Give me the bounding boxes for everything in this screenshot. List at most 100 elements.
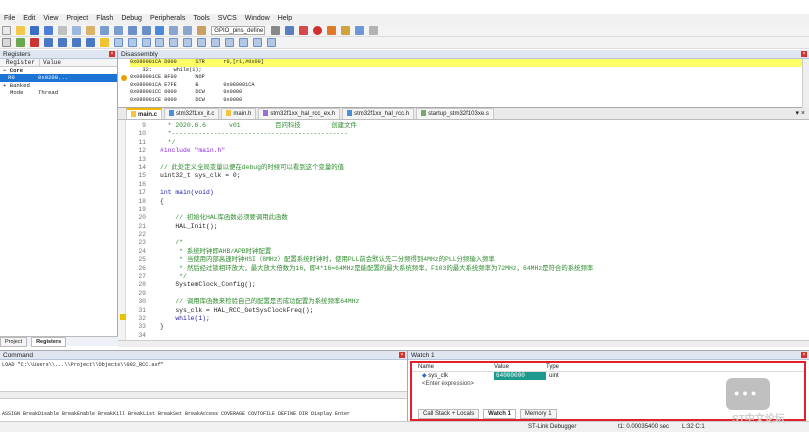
menu-item-window[interactable]: Window bbox=[241, 14, 274, 23]
editor-gutter[interactable] bbox=[118, 120, 126, 340]
menu-item-edit[interactable]: Edit bbox=[19, 14, 39, 23]
editor-tab[interactable]: main.c bbox=[126, 108, 163, 119]
code-line[interactable]: 11 */ bbox=[126, 139, 593, 147]
menu-item-tools[interactable]: Tools bbox=[189, 14, 213, 23]
target-select[interactable]: GPIO_pins_define bbox=[211, 26, 266, 35]
memory-window-icon[interactable] bbox=[197, 38, 207, 47]
redo-icon[interactable] bbox=[113, 26, 123, 35]
indent-icon[interactable] bbox=[169, 26, 179, 35]
show-next-statement-icon[interactable] bbox=[99, 38, 109, 47]
code-line[interactable]: 17 int main(void) bbox=[126, 189, 593, 197]
step-over-icon[interactable] bbox=[57, 38, 67, 47]
code-line[interactable]: 10 *------------------------------------… bbox=[126, 130, 593, 138]
menu-item-debug[interactable]: Debug bbox=[117, 14, 146, 23]
disassembly-line[interactable]: 0x080001CE BF00 NOP bbox=[130, 74, 809, 82]
code-line[interactable]: 29 bbox=[126, 290, 593, 298]
undo-icon[interactable] bbox=[99, 26, 109, 35]
registers-window-icon[interactable] bbox=[155, 38, 165, 47]
bookmark-icon[interactable] bbox=[155, 26, 165, 35]
disassembly-listing[interactable]: 0x080001CA D000 STR r0,[r1,#0x00] 32: wh… bbox=[118, 59, 809, 105]
code-line[interactable]: 23 /* bbox=[126, 239, 593, 247]
editor-tab[interactable]: stm32f1xx_hal_rcc.h bbox=[342, 108, 415, 119]
code-line[interactable]: 24 * 系统时钟即AHB/APB时钟配置 bbox=[126, 248, 593, 256]
run-to-cursor-icon[interactable] bbox=[85, 38, 95, 47]
debug-icon[interactable] bbox=[299, 26, 309, 35]
code-line[interactable]: 26 * 然后经过锁相环放大，最大放大倍数为16，即4*16=64MHz是能配置… bbox=[126, 265, 593, 273]
editor-tab[interactable]: stm32f1xx_it.c bbox=[164, 108, 220, 119]
code-line[interactable]: 30 // 调用库函数来检验自己的配置是否成功配置为系统频率64MHz bbox=[126, 298, 593, 306]
config-icon[interactable] bbox=[341, 26, 351, 35]
type-column-header[interactable]: Type bbox=[546, 363, 586, 371]
search-icon[interactable] bbox=[285, 26, 295, 35]
code-line[interactable]: 32 while(1); bbox=[126, 315, 593, 323]
tab-registers[interactable]: Registers bbox=[31, 337, 67, 347]
code-line[interactable]: 31 sys_clk = HAL_RCC_GetSysClockFreq(); bbox=[126, 307, 593, 315]
menu-item-help[interactable]: Help bbox=[274, 14, 296, 23]
step-into-icon[interactable] bbox=[43, 38, 53, 47]
paste-icon[interactable] bbox=[85, 26, 95, 35]
disassembly-line[interactable]: 0x080001CA E7FE B 0x080001CA bbox=[130, 82, 809, 90]
code-line[interactable]: 21 HAL_Init(); bbox=[126, 223, 593, 231]
internal-row[interactable]: Mode Thread bbox=[0, 89, 117, 96]
copy-icon[interactable] bbox=[71, 26, 81, 35]
disassembly-line[interactable]: 0x080001CE 0000 DCW 0x0000 bbox=[130, 97, 809, 105]
command-input[interactable] bbox=[0, 398, 407, 408]
close-icon[interactable]: × bbox=[801, 51, 807, 57]
code-line[interactable]: 28 SystemClock_Config(); bbox=[126, 281, 593, 289]
code-line[interactable]: 34 bbox=[126, 332, 593, 340]
disassembly-line[interactable]: 32: while(1); bbox=[130, 67, 809, 75]
code-line[interactable]: 12 #include "main.h" bbox=[126, 147, 593, 155]
value-column-header[interactable]: Value bbox=[40, 59, 61, 66]
close-icon[interactable]: × bbox=[801, 352, 807, 358]
nav-forward-icon[interactable] bbox=[141, 26, 151, 35]
code-editor[interactable]: 9 * 2020.6.6 v01 百问科技 创建文件 10 *----------… bbox=[118, 120, 809, 340]
code-line[interactable]: 22 bbox=[126, 231, 593, 239]
disassembly-line[interactable]: 0x080001CC 0000 DCW 0x0000 bbox=[130, 89, 809, 97]
code-line[interactable]: 15 uint32_t sys_clk = 0; bbox=[126, 172, 593, 180]
close-all-icon[interactable]: ▾ × bbox=[795, 109, 805, 117]
code-line[interactable]: 33} bbox=[126, 323, 593, 331]
breakpoint-icon[interactable] bbox=[313, 26, 323, 35]
find-in-files-icon[interactable] bbox=[197, 26, 207, 35]
cut-icon[interactable] bbox=[57, 26, 67, 35]
code-line[interactable]: 18 { bbox=[126, 198, 593, 206]
disassembly-line[interactable]: 0x080001CA D000 STR r0,[r1,#0x00] bbox=[130, 59, 809, 67]
dropdown-arrow-icon[interactable] bbox=[271, 26, 281, 35]
tab-project[interactable]: Project bbox=[0, 337, 28, 347]
code-line[interactable]: 20 // 初始化HAL库函数必须要调用此函数 bbox=[126, 214, 593, 222]
call-stack-window-icon[interactable] bbox=[169, 38, 179, 47]
group-core[interactable]: − Core bbox=[0, 67, 117, 74]
close-icon[interactable]: × bbox=[109, 51, 115, 57]
tab-call-stack-locals[interactable]: Call Stack + Locals bbox=[418, 409, 480, 419]
code-line[interactable]: 9 * 2020.6.6 v01 百问科技 创建文件 bbox=[126, 122, 593, 130]
tab-memory-1[interactable]: Memory 1 bbox=[519, 409, 557, 419]
save-icon[interactable] bbox=[29, 26, 39, 35]
system-viewer-icon[interactable] bbox=[253, 38, 263, 47]
analysis-window-icon[interactable] bbox=[225, 38, 235, 47]
watch-window-icon[interactable] bbox=[183, 38, 193, 47]
close-icon[interactable]: × bbox=[399, 352, 405, 358]
code-line[interactable]: 13 bbox=[126, 156, 593, 164]
name-column-header[interactable]: Name bbox=[412, 363, 494, 371]
menu-item-project[interactable]: Project bbox=[62, 14, 92, 23]
nav-back-icon[interactable] bbox=[127, 26, 137, 35]
editor-tab[interactable]: stm32f1xx_hal_rcc_ex.h bbox=[258, 108, 341, 119]
code-line[interactable]: 25 * 当使用内部高速时钟HSI（8MHz）配置系统时钟时，使用PLL前会默认… bbox=[126, 256, 593, 264]
register-group[interactable]: + Banked bbox=[0, 82, 117, 89]
watch-value[interactable]: 64000000 bbox=[494, 372, 546, 380]
value-column-header[interactable]: Value bbox=[494, 363, 546, 371]
menu-item-svcs[interactable]: SVCS bbox=[214, 14, 241, 23]
code-line[interactable]: 16 bbox=[126, 181, 593, 189]
toolbox-icon[interactable] bbox=[267, 38, 277, 47]
unindent-icon[interactable] bbox=[183, 26, 193, 35]
command-scrollbar[interactable] bbox=[0, 391, 407, 398]
tab-watch-1[interactable]: Watch 1 bbox=[483, 409, 516, 419]
serial-window-icon[interactable] bbox=[211, 38, 221, 47]
symbols-window-icon[interactable] bbox=[141, 38, 151, 47]
disassembly-window-icon[interactable] bbox=[127, 38, 137, 47]
new-file-icon[interactable] bbox=[2, 26, 11, 35]
window-layout-icon[interactable] bbox=[354, 26, 364, 35]
register-row[interactable]: R0 0x0200... bbox=[0, 74, 117, 82]
vertical-scrollbar[interactable] bbox=[802, 59, 809, 108]
save-all-icon[interactable] bbox=[43, 26, 53, 35]
